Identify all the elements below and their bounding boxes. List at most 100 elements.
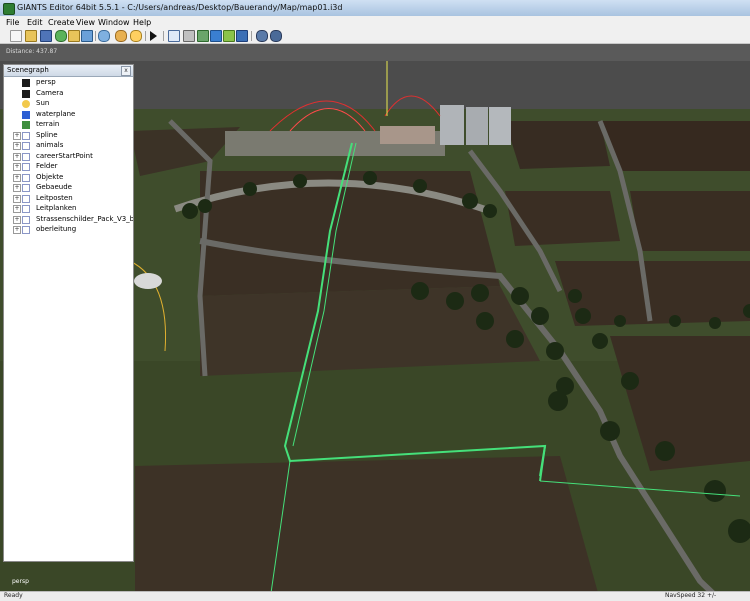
transform-group-icon (22, 131, 30, 140)
field (630, 191, 750, 251)
toolbar-separator (145, 31, 146, 41)
camera-icon[interactable] (256, 30, 268, 42)
expand-icon[interactable]: + (13, 215, 21, 224)
field (600, 121, 750, 171)
toolbar-separator (251, 31, 252, 41)
expand-icon[interactable]: + (13, 142, 21, 150)
scenegraph-node[interactable]: + Objekte (4, 173, 133, 183)
scenegraph-node[interactable]: terrain (4, 120, 133, 130)
scenegraph-node-label: Felder (36, 162, 58, 170)
expand-icon[interactable]: + (13, 184, 21, 192)
scenegraph-node[interactable]: persp (4, 78, 133, 88)
terrain-paint-icon[interactable] (210, 30, 222, 42)
expand-icon[interactable]: + (13, 194, 21, 203)
play-icon[interactable] (150, 31, 157, 41)
scenegraph-node[interactable]: + Strassenschilder_Pack_V3_by_N (4, 215, 133, 225)
terrain-icon (22, 121, 30, 129)
select-icon[interactable] (168, 30, 180, 42)
expand-icon[interactable]: + (13, 163, 21, 171)
scenegraph-node[interactable]: + oberleitung (4, 225, 133, 235)
field (505, 121, 610, 169)
transform-group-icon (22, 184, 30, 192)
toolbar (0, 29, 750, 44)
scenegraph-node[interactable]: + Leitplanken (4, 204, 133, 214)
scenegraph-node[interactable]: + careerStartPoint (4, 152, 133, 162)
transform-group-icon (22, 226, 30, 234)
transform-group-icon (22, 215, 30, 224)
toolbar-separator (95, 31, 96, 41)
field (200, 286, 540, 376)
undo-icon[interactable] (98, 30, 110, 42)
reload-icon[interactable] (55, 30, 67, 42)
scenegraph-node-label: careerStartPoint (36, 151, 93, 160)
scenegraph-node[interactable]: Sun (4, 99, 133, 109)
distance-readout: Distance: 437.87 (6, 48, 58, 55)
scenegraph-node-label: Sun (36, 99, 50, 107)
scenegraph-node-label: Leitposten (36, 193, 73, 202)
silo (466, 107, 488, 145)
new-icon[interactable] (10, 30, 22, 42)
scenegraph-node[interactable]: + animals (4, 141, 133, 151)
silo (440, 105, 464, 145)
menu-window[interactable]: Window (98, 18, 130, 27)
redo-icon[interactable] (115, 30, 127, 42)
expand-icon[interactable]: + (13, 131, 21, 140)
open-icon[interactable] (25, 30, 37, 42)
scenegraph-node[interactable]: + Spline (4, 131, 133, 141)
scenegraph-tree[interactable]: persp Camera Sun waterplane terrain + Spline + a… (4, 78, 133, 558)
import-icon[interactable] (68, 30, 80, 42)
status-text: Ready (4, 592, 23, 599)
menu-edit[interactable]: Edit (27, 18, 43, 27)
transform-group-icon (22, 194, 30, 203)
save-icon[interactable] (40, 30, 52, 42)
scenegraph-panel: Scenegraph x persp Camera Sun waterplane ter… (3, 64, 134, 562)
menu-create[interactable]: Create (48, 18, 75, 27)
nav-speed: NavSpeed 32 +/- (665, 592, 717, 599)
redo2-icon[interactable] (130, 30, 142, 42)
transform-group-icon (22, 173, 30, 182)
scenegraph-node[interactable]: + Gebaeude (4, 183, 133, 193)
shape-icon (22, 110, 30, 119)
barn-building (380, 126, 435, 144)
transform-group-icon (22, 163, 30, 171)
camera-icon (22, 79, 30, 87)
export-icon[interactable] (81, 30, 93, 42)
camera-icon (22, 89, 30, 98)
transform-group-icon (22, 142, 30, 150)
expand-icon[interactable]: + (13, 226, 21, 234)
scenegraph-node-label: Spline (36, 130, 58, 139)
menu-file[interactable]: File (6, 18, 19, 27)
object-gizmo (134, 273, 162, 289)
info-bar: Distance: 437.87 (0, 44, 750, 61)
place-icon[interactable] (236, 30, 248, 42)
app-icon (3, 3, 15, 15)
scenegraph-node-label: waterplane (36, 109, 76, 118)
light-icon (22, 100, 30, 108)
menu-bar: File Edit Create View Window Help (0, 16, 750, 30)
scenegraph-node-label: animals (36, 141, 64, 149)
scenegraph-node-label: Strassenschilder_Pack_V3_by_N (36, 214, 133, 223)
scenegraph-node[interactable]: waterplane (4, 110, 133, 120)
close-icon[interactable]: x (121, 66, 131, 76)
terrain-sculpt-icon[interactable] (197, 30, 209, 42)
scenegraph-node[interactable]: + Leitposten (4, 194, 133, 204)
window-title: GIANTS Editor 64bit 5.5.1 - C:/Users/and… (17, 3, 343, 12)
scenegraph-node-label: Objekte (36, 172, 64, 181)
expand-icon[interactable]: + (13, 152, 21, 161)
scenegraph-node[interactable]: + Felder (4, 162, 133, 172)
menu-help[interactable]: Help (133, 18, 151, 27)
silo (489, 107, 511, 145)
scenegraph-node-label: Camera (36, 88, 64, 97)
viewport-camera-label: persp (12, 578, 29, 585)
scenegraph-node[interactable]: Camera (4, 89, 133, 99)
transform-group-icon (22, 152, 30, 161)
magnet-icon[interactable] (183, 30, 195, 42)
foliage-paint-icon[interactable] (223, 30, 235, 42)
settings-icon[interactable] (270, 30, 282, 42)
expand-icon[interactable]: + (13, 205, 21, 213)
toolbar-separator (163, 31, 164, 41)
expand-icon[interactable]: + (13, 173, 21, 182)
scenegraph-node-label: persp (36, 78, 56, 86)
menu-view[interactable]: View (76, 18, 95, 27)
field (135, 456, 600, 600)
